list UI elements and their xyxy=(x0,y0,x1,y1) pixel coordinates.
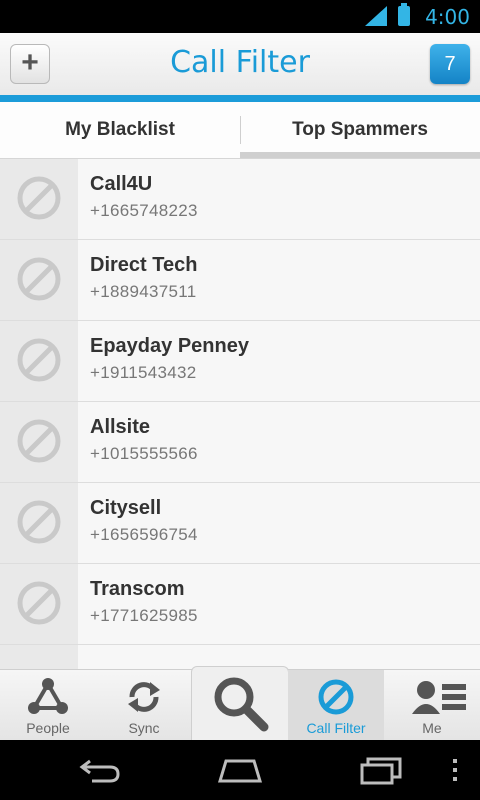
block-button[interactable] xyxy=(0,159,78,239)
block-icon xyxy=(17,500,61,544)
home-icon[interactable] xyxy=(216,755,264,785)
block-icon xyxy=(17,581,61,625)
block-icon xyxy=(17,176,61,220)
nav-call-filter[interactable]: Call Filter xyxy=(288,670,384,740)
tab-top-spammers[interactable]: Top Spammers xyxy=(240,102,480,158)
overflow-menu-icon[interactable] xyxy=(450,755,460,785)
contact-name: Call4U xyxy=(90,173,153,195)
contact-phone: +1665748223 xyxy=(90,201,198,220)
spammer-list[interactable]: Call4U +1665748223 Direct Tech +18894375… xyxy=(0,159,480,669)
header-accent-bar xyxy=(0,95,480,102)
nav-me-label: Me xyxy=(422,720,442,736)
battery-icon xyxy=(398,3,410,26)
tab-bar: My Blacklist Top Spammers xyxy=(0,102,480,159)
block-button[interactable] xyxy=(0,240,78,320)
status-time: 4:00 xyxy=(425,5,470,29)
contact-name: Citysell xyxy=(90,497,162,519)
list-item[interactable]: Epayday Penney +1911543432 xyxy=(0,321,480,402)
block-button[interactable] xyxy=(0,483,78,563)
contact-name: Allsite xyxy=(90,416,151,438)
search-icon xyxy=(214,677,269,732)
block-icon xyxy=(17,338,61,382)
block-icon xyxy=(17,257,61,301)
block-icon xyxy=(17,419,61,463)
contact-phone: +1656596754 xyxy=(90,525,198,544)
bottom-navigation: People Sync Call Filter Me xyxy=(0,666,480,740)
contact-phone: +1911543432 xyxy=(90,363,197,382)
contact-phone: +1015555566 xyxy=(90,444,198,463)
sync-icon xyxy=(128,682,160,712)
notification-badge[interactable]: 7 xyxy=(430,44,470,84)
nav-people[interactable]: People xyxy=(0,670,96,740)
nav-sync-label: Sync xyxy=(128,720,160,736)
contact-phone: +1889437511 xyxy=(90,282,197,301)
block-button[interactable] xyxy=(0,564,78,644)
contact-phone: +1771625985 xyxy=(90,606,198,625)
list-item[interactable]: Transcom +1771625985 xyxy=(0,564,480,645)
list-item[interactable]: Call4U +1665748223 xyxy=(0,159,480,240)
system-navigation-bar xyxy=(0,740,480,800)
nav-sync[interactable]: Sync xyxy=(96,670,192,740)
signal-icon xyxy=(365,6,387,26)
nav-people-label: People xyxy=(26,720,70,736)
nav-me[interactable]: Me xyxy=(384,670,480,740)
nav-call-filter-label: Call Filter xyxy=(306,720,366,736)
contact-name: Transcom xyxy=(90,578,185,600)
profile-icon xyxy=(412,681,466,714)
back-icon[interactable] xyxy=(78,755,122,785)
list-item[interactable]: Allsite +1015555566 xyxy=(0,402,480,483)
tab-my-blacklist[interactable]: My Blacklist xyxy=(0,102,240,158)
list-item[interactable]: Direct Tech +1889437511 xyxy=(0,240,480,321)
tab-selected-indicator xyxy=(240,152,480,158)
tab-top-spammers-label: Top Spammers xyxy=(292,119,428,140)
app-content: + Call Filter 7 My Blacklist Top Spammer… xyxy=(0,33,480,740)
app-header: + Call Filter 7 xyxy=(0,33,480,102)
block-icon xyxy=(318,679,354,715)
status-bar: 4:00 xyxy=(0,0,480,33)
people-network-icon xyxy=(28,678,68,714)
block-button[interactable] xyxy=(0,321,78,401)
nav-search[interactable] xyxy=(191,666,289,740)
page-title: Call Filter xyxy=(170,45,310,80)
block-button[interactable] xyxy=(0,645,78,669)
block-button[interactable] xyxy=(0,402,78,482)
contact-name: Direct Tech xyxy=(90,254,198,276)
list-item[interactable]: Citysell +1656596754 xyxy=(0,483,480,564)
contact-name: Epayday Penney xyxy=(90,335,249,357)
recent-apps-icon[interactable] xyxy=(358,755,404,785)
